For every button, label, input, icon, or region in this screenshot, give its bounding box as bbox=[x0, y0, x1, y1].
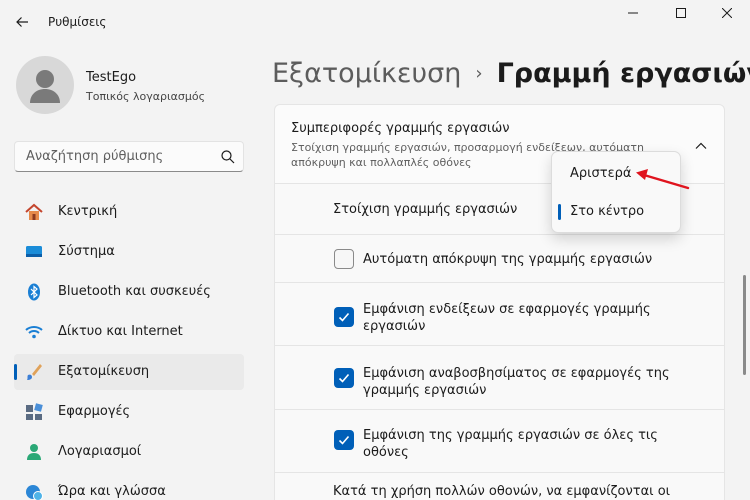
account-type: Τοπικός λογαριασμός bbox=[86, 90, 206, 103]
page-title: Γραμμή εργασιών bbox=[496, 58, 750, 89]
user-name: TestEgo bbox=[86, 70, 137, 85]
sidebar-item-label: Κεντρική bbox=[58, 204, 118, 219]
sidebar-item-label: Λογαριασμοί bbox=[58, 444, 142, 459]
sidebar-item-system[interactable]: Σύστημα bbox=[14, 234, 244, 270]
alignment-label: Στοίχιση γραμμής εργασιών bbox=[333, 202, 518, 217]
wifi-icon bbox=[25, 326, 43, 339]
badges-row: Εμφάνιση ενδείξεων σε εφαρμογές γραμμής … bbox=[274, 283, 725, 346]
back-arrow-icon bbox=[16, 17, 28, 27]
flashing-checkbox[interactable] bbox=[334, 368, 354, 388]
option-center[interactable]: Στο κέντρο bbox=[556, 195, 676, 229]
monitor-icon bbox=[26, 246, 42, 257]
maximize-icon bbox=[676, 8, 686, 18]
sidebar-item-bluetooth[interactable]: Bluetooth και συσκευές bbox=[14, 274, 244, 310]
checkmark-icon bbox=[338, 373, 350, 383]
option-label: Αριστερά bbox=[570, 166, 632, 181]
flashing-row: Εμφάνιση αναβοσβησίματος σε εφαρμογές τη… bbox=[274, 346, 725, 410]
breadcrumb: Εξατομίκευση › Γραμμή εργασιών bbox=[272, 58, 750, 89]
home-icon bbox=[25, 203, 43, 220]
chevron-up-icon[interactable] bbox=[694, 139, 708, 153]
breadcrumb-parent[interactable]: Εξατομίκευση bbox=[272, 58, 461, 89]
search-icon[interactable] bbox=[220, 149, 236, 165]
sidebar-item-label: Εξατομίκευση bbox=[58, 364, 150, 379]
auto-hide-row: Αυτόματη απόκρυψη της γραμμής εργασιών bbox=[274, 235, 725, 283]
close-button[interactable] bbox=[715, 3, 739, 23]
breadcrumb-separator: › bbox=[475, 63, 483, 84]
back-button[interactable] bbox=[12, 12, 32, 32]
sidebar-item-label: Ώρα και γλώσσα bbox=[58, 484, 166, 499]
maximize-button[interactable] bbox=[669, 3, 693, 23]
search-input[interactable]: Αναζήτηση ρύθμισης bbox=[14, 141, 244, 172]
sidebar-item-home[interactable]: Κεντρική bbox=[14, 194, 244, 230]
checkmark-icon bbox=[338, 312, 350, 322]
auto-hide-checkbox[interactable] bbox=[334, 249, 354, 269]
minimize-icon bbox=[628, 12, 638, 14]
multi-monitor-label: Κατά τη χρήση πολλών οθονών, να εμφανίζο… bbox=[333, 484, 671, 499]
bluetooth-icon bbox=[28, 283, 40, 301]
sidebar-item-time-language[interactable]: Ώρα και γλώσσα bbox=[14, 474, 244, 500]
section-title: Συμπεριφορές γραμμής εργασιών bbox=[291, 121, 510, 136]
brush-icon bbox=[27, 364, 42, 380]
selected-indicator bbox=[558, 204, 561, 220]
all-displays-checkbox[interactable] bbox=[334, 430, 354, 450]
globe-clock-icon bbox=[26, 485, 43, 500]
sidebar-item-label: Σύστημα bbox=[58, 244, 115, 259]
person-icon bbox=[27, 444, 41, 460]
sidebar-item-personalization[interactable]: Εξατομίκευση bbox=[14, 354, 244, 390]
annotation-arrow-icon bbox=[636, 169, 690, 190]
flashing-label: Εμφάνιση αναβοσβησίματος σε εφαρμογές τη… bbox=[363, 366, 670, 398]
badges-checkbox[interactable] bbox=[334, 307, 354, 327]
sidebar-item-network[interactable]: Δίκτυο και Internet bbox=[14, 314, 244, 350]
scrollbar-thumb[interactable] bbox=[743, 275, 746, 375]
sidebar-item-label: Δίκτυο και Internet bbox=[58, 324, 183, 339]
all-displays-row: Εμφάνιση της γραμμής εργασιών σε όλες τι… bbox=[274, 410, 725, 473]
sidebar-item-accounts[interactable]: Λογαριασμοί bbox=[14, 434, 244, 470]
minimize-button[interactable] bbox=[621, 3, 645, 23]
avatar bbox=[16, 56, 74, 114]
multi-monitor-row: Κατά τη χρήση πολλών οθονών, να εμφανίζο… bbox=[274, 473, 725, 500]
user-silhouette-icon bbox=[30, 70, 60, 103]
selected-indicator bbox=[14, 364, 17, 380]
apps-icon bbox=[26, 403, 43, 420]
close-icon bbox=[722, 8, 732, 18]
all-displays-label: Εμφάνιση της γραμμής εργασιών σε όλες τι… bbox=[363, 428, 658, 460]
search-placeholder: Αναζήτηση ρύθμισης bbox=[26, 149, 164, 164]
auto-hide-label: Αυτόματη απόκρυψη της γραμμής εργασιών bbox=[363, 252, 653, 267]
option-label: Στο κέντρο bbox=[570, 204, 645, 219]
checkmark-icon bbox=[338, 435, 350, 445]
badges-label: Εμφάνιση ενδείξεων σε εφαρμογές γραμμής … bbox=[363, 302, 651, 334]
window-title: Ρυθμίσεις bbox=[48, 15, 107, 29]
sidebar-item-apps[interactable]: Εφαρμογές bbox=[14, 394, 244, 430]
title-bar: Ρυθμίσεις bbox=[0, 0, 750, 44]
sidebar-item-label: Bluetooth και συσκευές bbox=[58, 284, 211, 299]
sidebar-item-label: Εφαρμογές bbox=[58, 404, 131, 419]
